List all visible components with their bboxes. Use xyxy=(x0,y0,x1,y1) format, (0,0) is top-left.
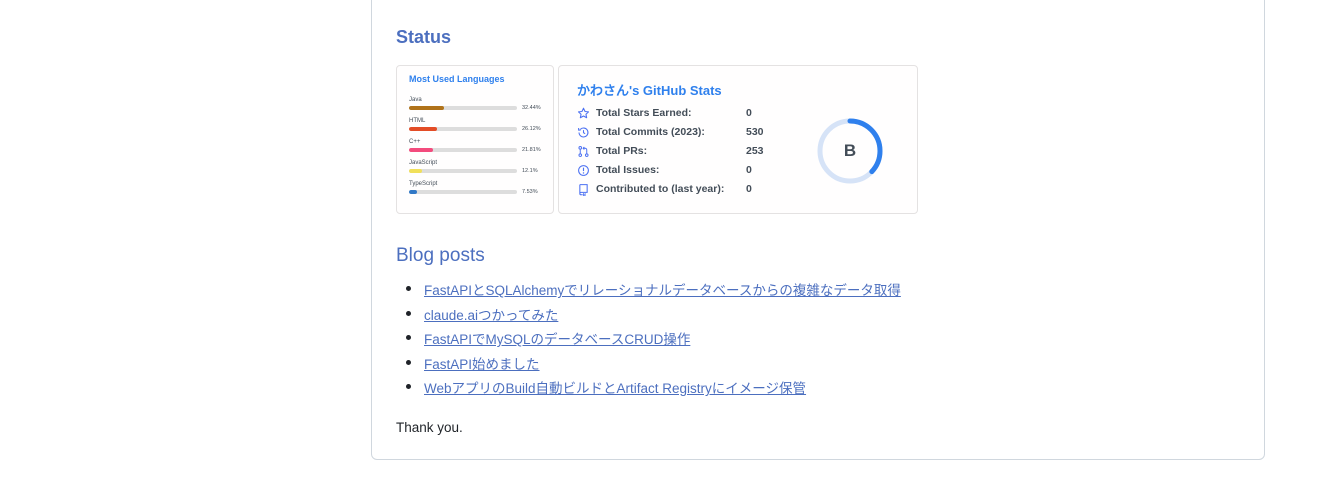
language-percent: 32.44% xyxy=(522,105,541,111)
repo-icon xyxy=(579,184,588,196)
most-used-languages-card[interactable]: Most Used Languages Java 32.44% HTML 26.… xyxy=(396,65,554,214)
stat-value: 0 xyxy=(746,164,752,176)
stat-value: 530 xyxy=(746,126,764,138)
language-name: C++ xyxy=(409,139,421,145)
language-bar-track xyxy=(409,148,517,152)
language-row-cpp: C++ 21.81% xyxy=(409,139,549,157)
blog-post-link[interactable]: WebアプリのBuild自動ビルドとArtifact Registryにイメージ… xyxy=(424,381,806,396)
blog-post-link[interactable]: FastAPIでMySQLのデータベースCRUD操作 xyxy=(424,332,690,347)
stat-row-issues: Total Issues: 0 xyxy=(577,163,777,179)
language-row-html: HTML 26.12% xyxy=(409,118,549,136)
list-item: FastAPIとSQLAlchemyでリレーショナルデータベースからの複雑なデー… xyxy=(406,279,901,304)
blog-post-list: FastAPIとSQLAlchemyでリレーショナルデータベースからの複雑なデー… xyxy=(396,279,901,402)
stat-row-prs: Total PRs: 253 xyxy=(577,144,777,160)
history-icon xyxy=(578,127,589,138)
language-bar-track xyxy=(409,106,517,110)
stat-label: Total Commits (2023): xyxy=(596,126,705,138)
language-percent: 12.1% xyxy=(522,168,538,174)
language-percent: 26.12% xyxy=(522,126,541,132)
language-name: HTML xyxy=(409,118,426,124)
blog-post-link[interactable]: claude.aiつかってみた xyxy=(424,308,558,323)
github-stats-card[interactable]: かわさん's GitHub Stats Total Stars Earned: … xyxy=(558,65,918,214)
stat-value: 0 xyxy=(746,107,752,119)
language-name: JavaScript xyxy=(409,160,438,166)
thank-you-text: Thank you. xyxy=(396,420,463,435)
readme-container: Status Most Used Languages Java 32.44% H… xyxy=(371,0,1265,460)
github-stats-title: かわさん's GitHub Stats xyxy=(577,83,722,98)
stat-value: 253 xyxy=(746,145,764,157)
list-item: WebアプリのBuild自動ビルドとArtifact Registryにイメージ… xyxy=(406,377,901,402)
star-icon xyxy=(577,107,590,119)
language-bar-track xyxy=(409,169,517,173)
list-item: FastAPI始めました xyxy=(406,353,901,378)
rank-letter: B xyxy=(843,141,857,160)
language-name: TypeScript xyxy=(409,181,438,187)
language-percent: 21.81% xyxy=(522,147,541,153)
languages-card-title: Most Used Languages xyxy=(409,74,505,84)
language-row-java: Java 32.44% xyxy=(409,97,549,115)
language-row-javascript: JavaScript 12.1% xyxy=(409,160,549,178)
stat-value: 0 xyxy=(746,183,752,195)
issue-icon xyxy=(578,165,589,176)
blog-posts-heading: Blog posts xyxy=(396,245,485,266)
language-bar-track xyxy=(409,127,517,131)
rank-circle: B xyxy=(815,116,885,186)
pull-request-icon xyxy=(578,146,589,157)
language-row-typescript: TypeScript 7.53% xyxy=(409,181,549,199)
status-heading: Status xyxy=(396,27,452,47)
stat-label: Contributed to (last year): xyxy=(596,183,725,195)
language-percent: 7.53% xyxy=(522,189,538,195)
language-name: Java xyxy=(409,97,422,103)
blog-post-link[interactable]: FastAPIとSQLAlchemyでリレーショナルデータベースからの複雑なデー… xyxy=(424,283,901,298)
list-item: claude.aiつかってみた xyxy=(406,304,901,329)
language-bar-fill xyxy=(409,127,438,131)
stat-label: Total PRs: xyxy=(596,145,648,157)
stat-row-stars: Total Stars Earned: 0 xyxy=(577,106,777,122)
stat-row-commits: Total Commits (2023): 530 xyxy=(577,125,777,141)
stat-label: Total Stars Earned: xyxy=(596,107,692,119)
language-bar-fill xyxy=(409,106,445,110)
stat-label: Total Issues: xyxy=(596,164,660,176)
list-item: FastAPIでMySQLのデータベースCRUD操作 xyxy=(406,328,901,353)
language-bar-fill xyxy=(409,190,418,194)
language-bar-track xyxy=(409,190,517,194)
language-bar-fill xyxy=(409,169,423,173)
blog-post-link[interactable]: FastAPI始めました xyxy=(424,357,540,372)
language-bar-fill xyxy=(409,148,433,152)
stat-row-contributed: Contributed to (last year): 0 xyxy=(577,182,777,198)
